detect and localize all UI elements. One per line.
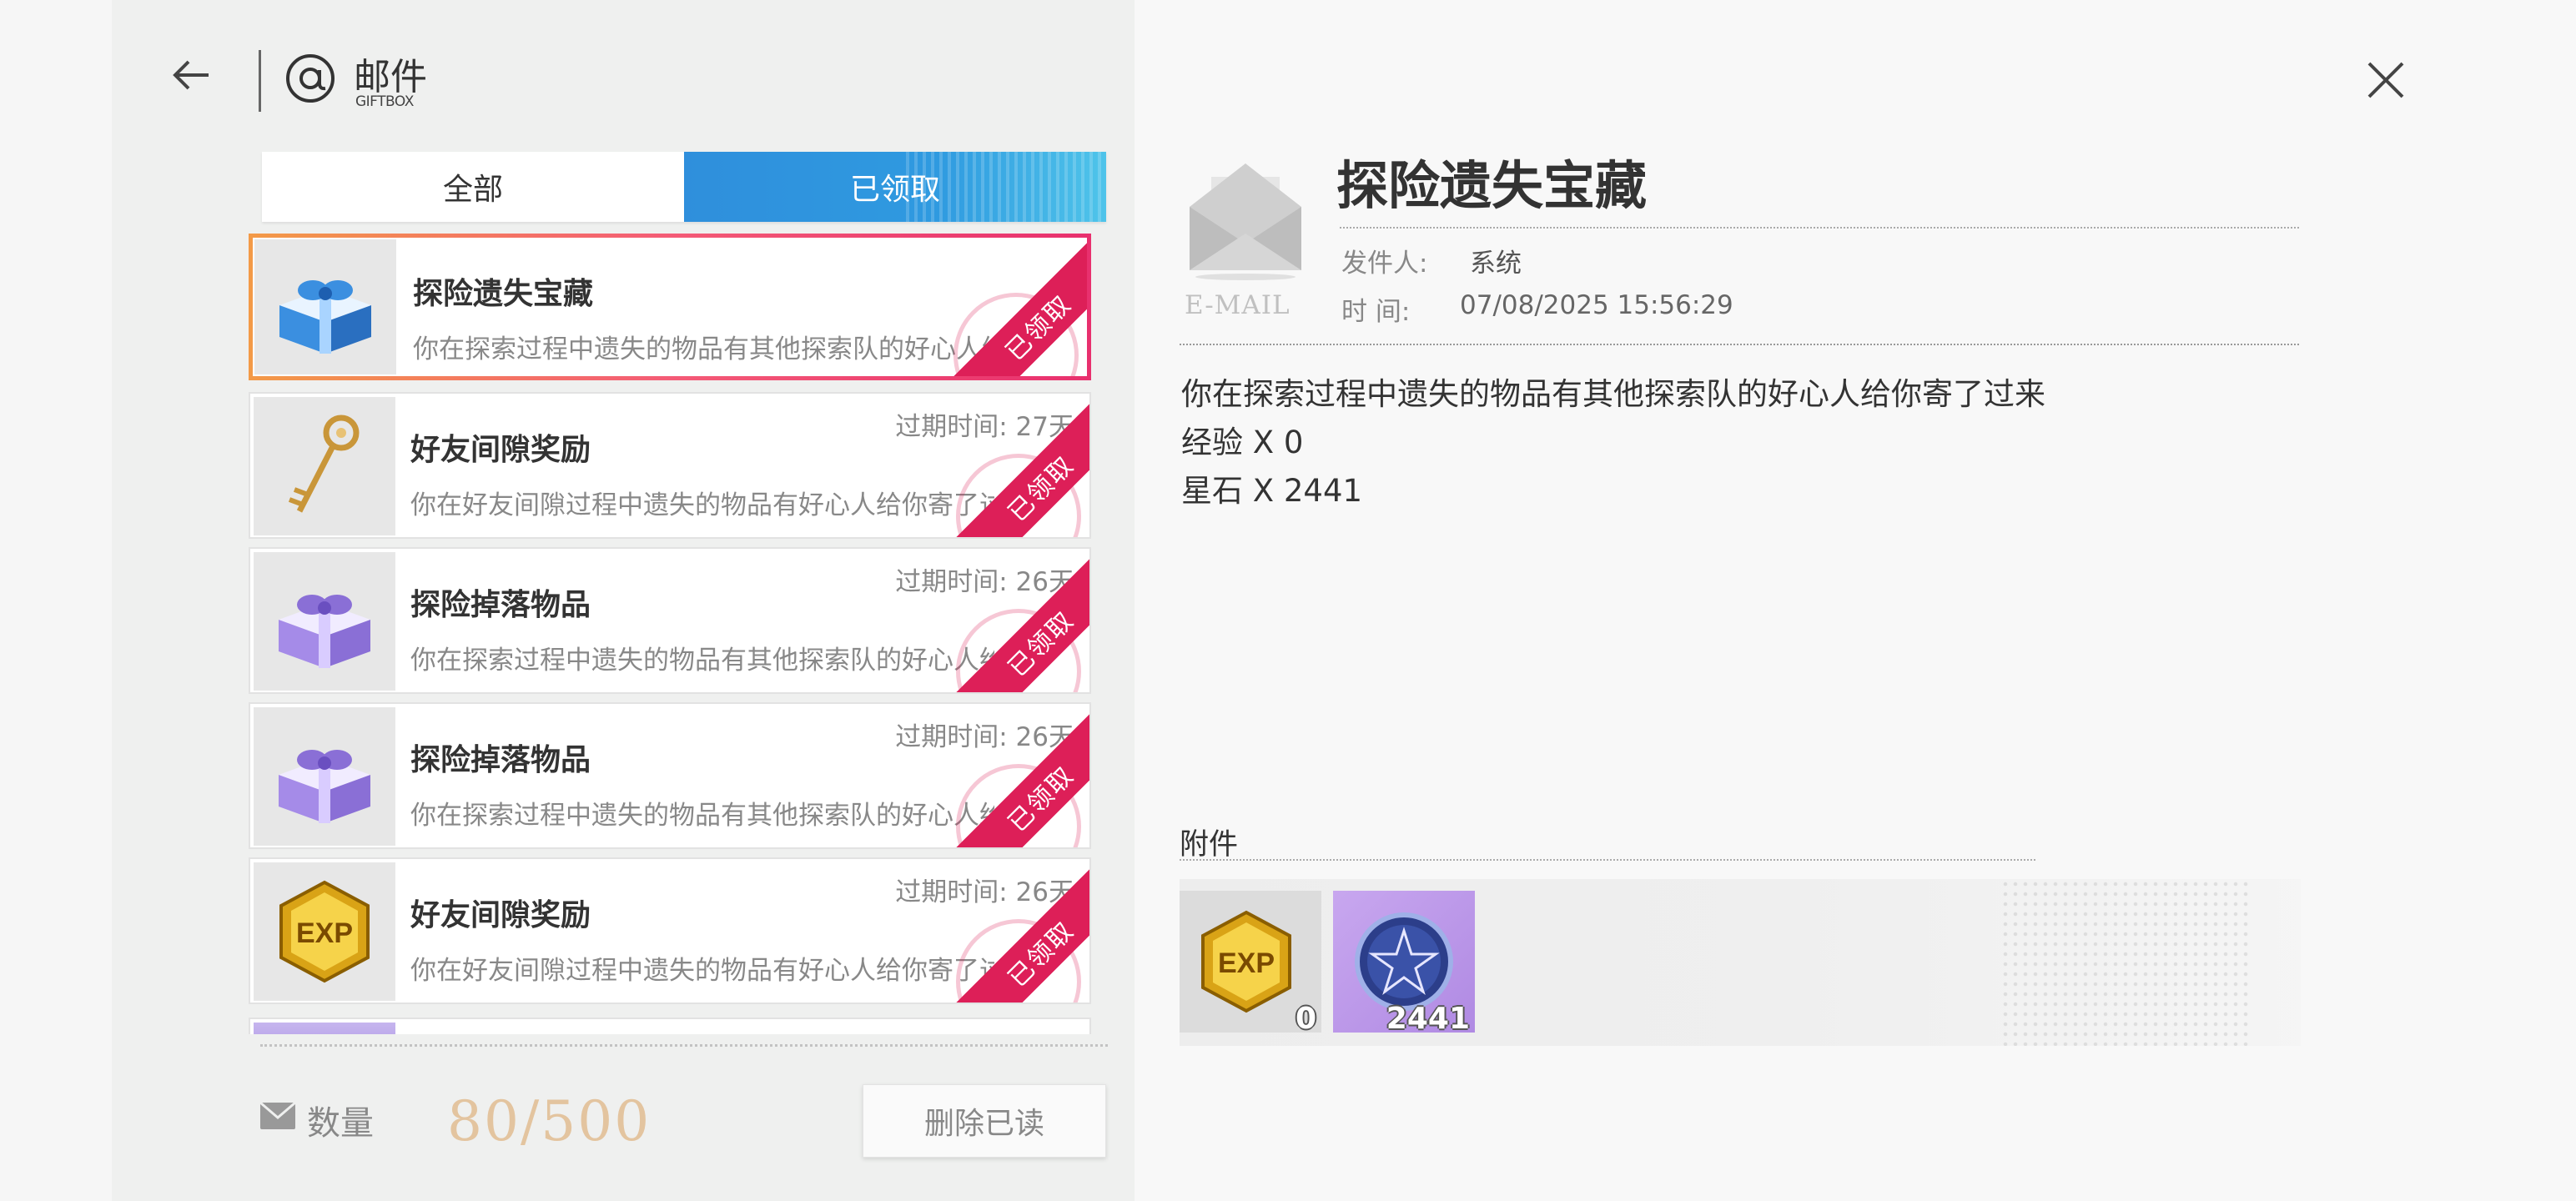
mail-thumbnail xyxy=(254,552,395,691)
mail-preview: 你在好友间隙过程中遗失的物品有好心人给你寄了过来 xyxy=(410,490,994,520)
title-divider-dotted xyxy=(1340,227,2299,229)
back-button[interactable] xyxy=(167,50,217,100)
mail-count-label: 数量 xyxy=(307,1104,374,1143)
sender-value: 系统 xyxy=(1470,249,1522,279)
mail-count-value: 80/500 xyxy=(447,1089,652,1153)
mail-item[interactable]: 探险掉落物品 过期时间: 26天 你在探索过程中遗失的物品有其他探索队的好心人给… xyxy=(249,702,1091,849)
mail-preview: 你在探索过程中遗失的物品有其他探索队的好心人给你寄了过来 xyxy=(410,801,994,831)
attachment-exp[interactable]: EXP 0 xyxy=(1180,891,1321,1036)
claimed-stamp: 已领取 xyxy=(934,859,1089,1003)
exp-icon: EXP xyxy=(1201,910,1291,1013)
close-icon xyxy=(2367,62,2404,98)
blue-gift-icon xyxy=(279,280,371,354)
detail-title: 探险遗失宝藏 xyxy=(1336,155,1648,216)
email-caption: E-MAIL xyxy=(1185,290,1291,320)
mail-item[interactable]: 好友间隙奖励 过期时间: 27天 你在好友间隙过程中遗失的物品有好心人给你寄了过… xyxy=(249,392,1091,539)
claimed-stamp: 已领取 xyxy=(934,704,1089,847)
mail-thumbnail xyxy=(254,397,395,535)
mail-title: 探险掉落物品 xyxy=(410,587,591,622)
claimed-stamp: 已领取 xyxy=(934,549,1089,692)
attachment-count: 2441 xyxy=(1386,1002,1470,1036)
mail-title: 好友间隙奖励 xyxy=(410,432,591,467)
open-envelope-icon xyxy=(1186,157,1305,280)
mail-thumbnail xyxy=(254,707,395,846)
mail-thumbnail xyxy=(254,1023,395,1034)
attachments-divider xyxy=(1180,859,2035,861)
claimed-stamp: 已领取 xyxy=(934,394,1089,537)
back-arrow-icon xyxy=(173,60,209,90)
claimed-stamp: 已领取 xyxy=(932,238,1087,376)
at-sign-icon xyxy=(284,52,337,105)
mail-list: 探险遗失宝藏 你在探索过程中遗失的物品有其他探索队的好心人给你寄了过来 已领取 … xyxy=(244,234,1096,1034)
attachment-count: 0 xyxy=(1295,1002,1316,1036)
tab-claimed[interactable]: 已领取 xyxy=(684,152,1106,222)
mail-title: 探险掉落物品 xyxy=(410,742,591,777)
exp-icon: EXP xyxy=(279,880,370,983)
time-label: 时 间: xyxy=(1341,297,1411,327)
sender-label: 发件人: xyxy=(1341,249,1428,279)
mail-icon xyxy=(259,1101,297,1131)
purple-gift-icon xyxy=(279,750,370,823)
golden-key-icon xyxy=(288,415,360,513)
mail-body: 你在探索过程中遗失的物品有其他探索队的好心人给你寄了过来 经验 X 0 星石 X… xyxy=(1181,370,2045,515)
close-button[interactable] xyxy=(2361,55,2411,105)
page-title: 邮件 xyxy=(354,56,427,98)
body-line: 你在探索过程中遗失的物品有其他探索队的好心人给你寄了过来 xyxy=(1181,376,2045,412)
attachment-star-stone[interactable]: 2441 xyxy=(1333,891,1475,1036)
time-value: 07/08/2025 15:56:29 xyxy=(1460,290,1733,320)
mail-item-selected[interactable]: 探险遗失宝藏 你在探索过程中遗失的物品有其他探索队的好心人给你寄了过来 已领取 xyxy=(249,234,1091,380)
mail-thumbnail: EXP xyxy=(254,862,395,1001)
list-divider xyxy=(260,1044,1108,1047)
body-line: 星石 X 2441 xyxy=(1181,473,1363,509)
mail-item[interactable]: EXP 好友间隙奖励 过期时间: 26天 你在好友间隙过程中遗失的物品有好心人给… xyxy=(249,857,1091,1004)
mail-preview: 你在探索过程中遗失的物品有其他探索队的好心人给你寄了过来 xyxy=(413,334,997,364)
attachments-label: 附件 xyxy=(1180,828,1239,862)
mail-filter-tabs: 全部 已领取 xyxy=(262,152,1106,222)
mail-item[interactable]: 探险掉落物品 过期时间: 26天 你在探索过程中遗失的物品有其他探索队的好心人给… xyxy=(249,547,1091,694)
delete-read-button[interactable]: 删除已读 xyxy=(863,1084,1106,1158)
mail-preview: 你在探索过程中遗失的物品有其他探索队的好心人给你寄了过来 xyxy=(410,646,994,676)
purple-gift-icon xyxy=(279,595,370,668)
svg-text:EXP: EXP xyxy=(1218,947,1275,979)
mail-title: 探险遗失宝藏 xyxy=(413,276,594,311)
mail-thumbnail xyxy=(254,239,396,374)
mail-item-partial[interactable] xyxy=(249,1018,1091,1034)
mail-preview: 你在好友间隙过程中遗失的物品有好心人给你寄了过来 xyxy=(410,956,994,986)
header-divider-dotted xyxy=(1180,344,2299,345)
star-stone-icon xyxy=(1355,912,1453,1011)
page-subtitle: GIFTBOX xyxy=(355,93,414,110)
mail-title: 好友间隙奖励 xyxy=(410,897,591,932)
tab-all[interactable]: 全部 xyxy=(262,152,684,222)
title-divider xyxy=(259,50,261,112)
svg-text:EXP: EXP xyxy=(296,917,353,949)
body-line: 经验 X 0 xyxy=(1181,425,1304,460)
